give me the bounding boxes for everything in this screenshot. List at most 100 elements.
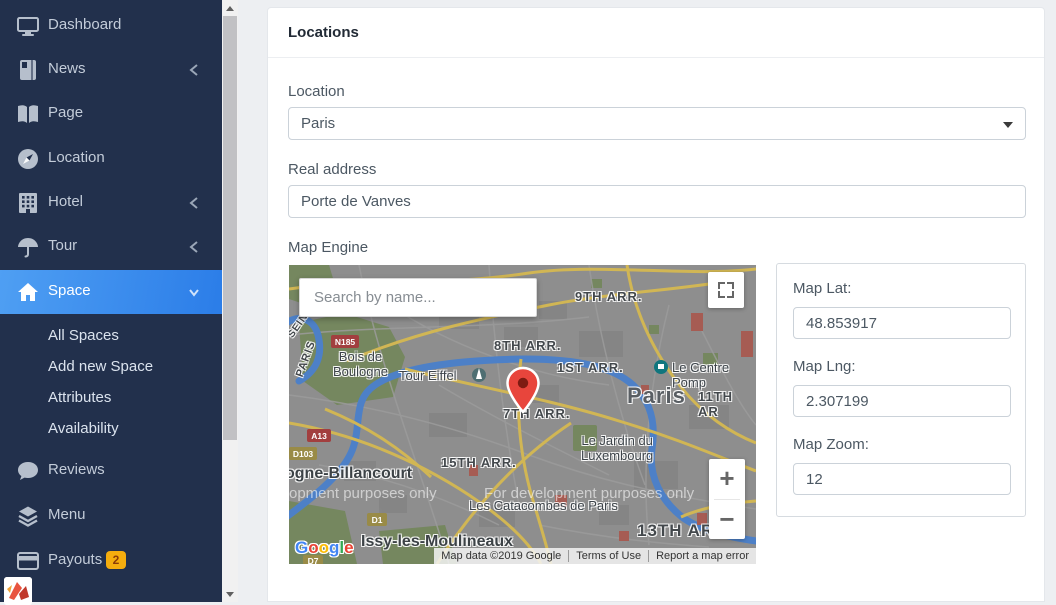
sidebar-subitem-availability[interactable]: Availability [0,414,222,445]
chevron-left-icon [188,240,200,254]
clipped-menu-item-icon[interactable] [4,577,32,605]
map-label-9th-arr: 9TH ARR. [575,289,642,304]
sidebar-item-news[interactable]: News [0,48,222,92]
umbrella-icon [16,235,40,259]
google-letter: e [344,538,353,558]
map-watermark-left: opment purposes only [289,485,437,502]
zoom-in-button[interactable]: + [709,459,745,499]
map-lng-label: Map Lng: [793,358,856,375]
sidebar-item-payouts[interactable]: Payouts 2 [0,539,222,583]
svg-text:N185: N185 [335,337,356,347]
sidebar-item-label: Page [48,104,83,121]
map-search-input[interactable] [299,278,537,317]
chevron-down-icon [188,285,200,299]
subitem-label: Availability [48,420,119,437]
map-lng-input[interactable] [793,385,1011,417]
google-letter: o [319,538,329,558]
sidebar-item-page[interactable]: Page [0,92,222,136]
map-label-jardin-luxembourg: Le Jardin du Luxembourg [581,433,653,463]
map-attribution-bar: Map data ©2019 Google Terms of Use Repor… [434,548,756,564]
map-lat-label: Map Lat: [793,280,851,297]
google-letter: g [329,538,339,558]
card-divider [268,57,1044,58]
map-label-11th-arr: 11TH AR [698,389,756,419]
sidebar-item-space[interactable]: Space [0,270,222,314]
svg-text:D103: D103 [293,449,314,459]
map-data-attribution: Map data ©2019 Google [434,550,568,562]
sidebar-subitem-attributes[interactable]: Attributes [0,383,222,414]
map-fullscreen-button[interactable] [708,272,744,308]
scrollbar-down-button[interactable] [222,586,238,602]
map-label-paris: Paris [627,383,686,409]
credit-card-icon [16,549,40,573]
locations-card: Locations Location Paris Real address Ma… [267,7,1045,602]
map-zoom-input[interactable] [793,463,1011,495]
map-zoom-label: Map Zoom: [793,436,869,453]
map-canvas[interactable]: N185 A13 D103 D1 D7 9TH ARR. 8TH ARR. 1S… [289,265,756,564]
map-marker-pin[interactable] [505,366,541,414]
sidebar: Dashboard News Page Location Hotel Tour … [0,0,222,602]
map-coordinates-panel: Map Lat: Map Lng: Map Zoom: [776,263,1026,517]
card-title: Locations [288,24,359,41]
location-label: Location [288,83,345,100]
sidebar-item-label: Reviews [48,461,105,478]
sidebar-item-label: News [48,60,86,77]
fullscreen-icon [718,282,734,298]
select-caret-icon [1003,122,1013,128]
location-select[interactable]: Paris [288,107,1026,140]
location-select-value: Paris [301,115,335,132]
map-lat-input[interactable] [793,307,1011,339]
map-label-catacombes: Les Catacombes de Paris [469,498,618,513]
subitem-label: Add new Space [48,358,153,375]
svg-text:A13: A13 [311,431,327,441]
svg-text:D1: D1 [372,515,383,525]
chevron-left-icon [188,196,200,210]
scroll-down-arrow-icon [226,592,234,597]
sidebar-subitem-all-spaces[interactable]: All Spaces [0,321,222,352]
monitor-icon [16,14,40,38]
real-address-label: Real address [288,161,376,178]
sidebar-item-hotel[interactable]: Hotel [0,181,222,225]
journal-icon [16,58,40,82]
scroll-up-arrow-icon [226,6,234,11]
image-logo-icon [4,577,32,605]
sidebar-item-location[interactable]: Location [0,137,222,181]
sidebar-item-menu[interactable]: Menu [0,494,222,538]
map-label-billancourt: ogne-Billancourt [289,465,412,483]
report-map-error-link[interactable]: Report a map error [648,550,756,562]
real-address-input[interactable] [288,185,1026,218]
open-book-icon [16,102,40,126]
compass-icon [16,147,40,171]
map-label-tour-eiffel: Tour Eiffel [399,368,457,383]
map-zoom-control: + − [709,459,745,539]
sidebar-item-reviews[interactable]: Reviews [0,449,222,493]
sidebar-item-tour[interactable]: Tour [0,225,222,269]
scrollbar-thumb[interactable] [223,16,237,440]
chevron-left-icon [188,63,200,77]
sidebar-item-label: Dashboard [48,16,121,33]
sidebar-subitem-add-new-space[interactable]: Add new Space [0,352,222,383]
terms-of-use-link[interactable]: Terms of Use [568,550,648,562]
google-logo[interactable]: Google [295,538,354,558]
map-engine-label: Map Engine [288,239,368,256]
sidebar-item-label: Tour [48,237,77,254]
sidebar-item-label: Location [48,149,105,166]
zoom-out-button[interactable]: − [709,500,745,540]
map-label-bois-de-boulogne: Bois de Boulogne [333,349,388,379]
sidebar-item-label: Space [48,282,91,299]
map-label-15th-arr: 15TH ARR. [441,455,517,470]
subitem-label: Attributes [48,389,111,406]
home-icon [16,280,40,304]
chat-bubble-icon [16,459,40,483]
map-label-8th-arr: 8TH ARR. [494,338,561,353]
scrollbar-up-button[interactable] [222,0,238,16]
payouts-count-badge: 2 [106,551,126,569]
google-letter: G [295,538,308,558]
sidebar-item-label: Payouts [48,551,102,568]
sidebar-item-label: Menu [48,506,86,523]
layers-icon [16,504,40,528]
sidebar-scrollbar[interactable] [222,0,238,602]
sidebar-item-dashboard[interactable]: Dashboard [0,4,222,48]
subitem-label: All Spaces [48,327,119,344]
google-letter: o [308,538,318,558]
